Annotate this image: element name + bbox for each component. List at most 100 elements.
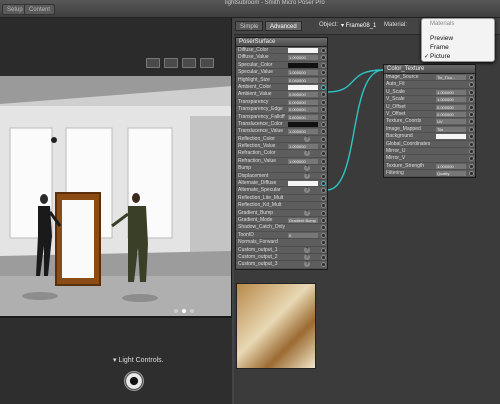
menu-item-frame[interactable]: Frame xyxy=(430,44,449,51)
menu-item-picture[interactable]: Picture xyxy=(430,53,450,60)
input-plug-icon[interactable] xyxy=(469,97,474,103)
node-param-row[interactable]: Ambient_Value 0.500000 xyxy=(236,91,327,99)
input-plug-icon[interactable] xyxy=(321,254,326,260)
node-param-row[interactable]: Reflection_Lite_Mult xyxy=(236,195,327,203)
input-plug-icon[interactable] xyxy=(469,141,474,147)
node-param-row[interactable]: Diffuse_Value 1.000000 xyxy=(236,54,327,62)
node-param-row[interactable]: Translucence_Color xyxy=(236,121,327,129)
node-param-row[interactable]: Image_Mapped Tile xyxy=(384,126,475,134)
input-plug-icon[interactable] xyxy=(321,62,326,68)
object-select[interactable]: ▾ Frame08_1 xyxy=(341,22,376,29)
input-plug-icon[interactable] xyxy=(321,77,326,83)
input-plug-icon[interactable] xyxy=(321,195,326,201)
param-value-field[interactable]: 0.000000 xyxy=(288,107,318,113)
param-value-field[interactable]: UV xyxy=(436,119,466,125)
camera-icon[interactable] xyxy=(146,58,160,68)
input-plug-icon[interactable] xyxy=(469,134,474,140)
node-param-row[interactable]: V_Scale 1.000000 xyxy=(384,96,475,104)
node-param-row[interactable]: Mirror_U xyxy=(384,148,475,156)
input-plug-icon[interactable] xyxy=(469,163,474,169)
input-plug-icon[interactable] xyxy=(321,240,326,246)
input-plug-icon[interactable] xyxy=(469,75,474,80)
input-plug-icon[interactable] xyxy=(321,84,326,90)
input-plug-icon[interactable] xyxy=(469,119,474,125)
input-plug-icon[interactable] xyxy=(321,144,326,150)
input-plug-icon[interactable] xyxy=(469,104,474,110)
node-param-row[interactable]: Texture_Coords UV xyxy=(384,118,475,126)
param-value-field[interactable]: Tile xyxy=(436,126,466,132)
node-param-row[interactable]: Gradient_Mode Gradient Bump xyxy=(236,217,327,225)
node-param-row[interactable]: Transparency_Edge 0.000000 xyxy=(236,106,327,114)
input-plug-icon[interactable] xyxy=(321,210,326,216)
param-value-field[interactable]: 1.000000 xyxy=(288,158,318,164)
param-value-field[interactable]: 0.000000 xyxy=(436,111,466,117)
help-icon[interactable]: ? xyxy=(304,246,310,253)
input-plug-icon[interactable] xyxy=(469,156,474,162)
param-value-field[interactable]: 1.000000 xyxy=(288,144,318,150)
node-param-row[interactable]: Gradient_Bump? xyxy=(236,209,327,217)
node-param-row[interactable]: Mirror_V xyxy=(384,155,475,163)
help-icon[interactable]: ? xyxy=(304,172,310,179)
input-plug-icon[interactable] xyxy=(469,111,474,117)
node-param-row[interactable]: ToonID 0 xyxy=(236,232,327,240)
color-swatch[interactable] xyxy=(436,134,466,140)
input-plug-icon[interactable] xyxy=(321,247,326,253)
node-param-row[interactable]: Auto_Fit xyxy=(384,81,475,89)
param-value-field[interactable]: 1.000000 xyxy=(436,97,466,103)
input-plug-icon[interactable] xyxy=(321,158,326,164)
input-plug-icon[interactable] xyxy=(321,188,326,194)
param-value-field[interactable]: 0 xyxy=(288,232,318,238)
node-param-row[interactable]: Refraction_Color? xyxy=(236,150,327,158)
input-plug-icon[interactable] xyxy=(469,82,474,88)
input-plug-icon[interactable] xyxy=(469,148,474,154)
menu-item-preview[interactable]: Preview xyxy=(430,35,453,42)
node-param-row[interactable]: Global_Coordinates xyxy=(384,141,475,148)
node-param-row[interactable]: Custom_output_2? xyxy=(236,253,327,262)
pager-dot[interactable] xyxy=(182,309,186,313)
tab-advanced[interactable]: Advanced xyxy=(265,21,302,31)
param-value-field[interactable]: 0.600000 xyxy=(288,114,318,120)
input-plug-icon[interactable] xyxy=(321,99,326,105)
color-swatch[interactable] xyxy=(288,62,318,68)
color-swatch[interactable] xyxy=(288,181,318,187)
input-plug-icon[interactable] xyxy=(321,92,326,98)
color-swatch[interactable] xyxy=(288,48,318,53)
node-param-row[interactable]: Ambient_Color xyxy=(236,84,327,92)
param-value-field[interactable]: 1.000000 xyxy=(436,163,466,169)
node-param-row[interactable]: Shadow_Catch_Only xyxy=(236,224,327,232)
light-trackball[interactable] xyxy=(124,371,144,391)
help-icon[interactable]: ? xyxy=(304,150,310,157)
node-param-row[interactable]: Background xyxy=(384,133,475,141)
node-param-row[interactable]: Reflection_Kd_Mult xyxy=(236,202,327,210)
help-icon[interactable]: ? xyxy=(304,135,310,142)
color-texture-node[interactable]: Color_Texture Image_Source Tin_Tico... Aut… xyxy=(383,64,476,179)
input-plug-icon[interactable] xyxy=(321,136,326,142)
input-plug-icon[interactable] xyxy=(321,114,326,120)
input-plug-icon[interactable] xyxy=(321,107,326,113)
input-plug-icon[interactable] xyxy=(321,166,326,172)
node-param-row[interactable]: Specular_Color xyxy=(236,62,327,70)
param-value-field[interactable]: 1.000000 xyxy=(288,70,318,76)
param-value-field[interactable]: 0.000000 xyxy=(288,99,318,105)
input-plug-icon[interactable] xyxy=(469,171,474,177)
render-icon[interactable] xyxy=(182,58,196,68)
help-icon[interactable]: ? xyxy=(304,209,310,216)
help-icon[interactable]: ? xyxy=(304,253,310,260)
node-param-row[interactable]: Reflection_Value 1.000000 xyxy=(236,143,327,151)
poser-surface-node[interactable]: PoserSurface Diffuse_Color Diffuse_Value 1… xyxy=(235,37,328,270)
input-plug-icon[interactable] xyxy=(321,121,326,127)
input-plug-icon[interactable] xyxy=(321,203,326,209)
grid-icon[interactable] xyxy=(200,58,214,68)
room-tab-content[interactable]: Content xyxy=(24,4,56,15)
node-param-row[interactable]: U_Scale 1.000000 xyxy=(384,89,475,97)
input-plug-icon[interactable] xyxy=(321,151,326,157)
param-value-field[interactable]: Tin_Tico... xyxy=(436,75,466,80)
input-plug-icon[interactable] xyxy=(321,217,326,223)
node-param-row[interactable]: Diffuse_Color xyxy=(236,47,327,55)
param-value-field[interactable]: 0.500000 xyxy=(288,92,318,98)
node-param-row[interactable]: Reflection_Color? xyxy=(236,135,327,144)
input-plug-icon[interactable] xyxy=(321,129,326,135)
input-plug-icon[interactable] xyxy=(321,225,326,231)
node-param-row[interactable]: Refraction_Value 1.000000 xyxy=(236,158,327,166)
node-param-row[interactable]: Texture_Strength 1.000000 xyxy=(384,163,475,171)
